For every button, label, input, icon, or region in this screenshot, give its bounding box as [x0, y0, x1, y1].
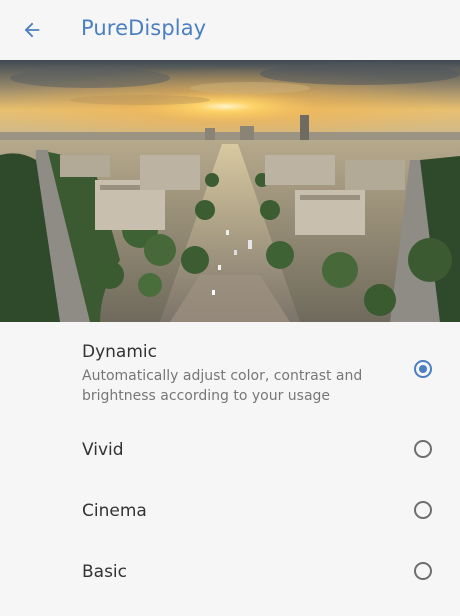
radio-basic[interactable] [414, 562, 432, 580]
preview-image [0, 60, 460, 322]
page-title: PureDisplay [81, 16, 207, 40]
radio-dynamic[interactable] [414, 360, 432, 378]
screen: PureDisplay Dynamic Automatically adjust… [0, 0, 460, 616]
radio-cinema[interactable] [414, 501, 432, 519]
option-title: Vivid [82, 440, 124, 460]
back-button[interactable] [14, 12, 50, 48]
option-vivid[interactable]: Vivid [0, 420, 460, 480]
radio-vivid[interactable] [414, 440, 432, 458]
option-dynamic[interactable]: Dynamic Automatically adjust color, cont… [0, 322, 460, 418]
option-description: Automatically adjust color, contrast and… [82, 368, 363, 404]
option-title: Dynamic [82, 342, 157, 362]
option-cinema[interactable]: Cinema [0, 480, 460, 540]
arrow-left-icon [24, 22, 40, 38]
city-avenue-sunset-image [0, 60, 460, 322]
option-basic[interactable]: Basic [0, 540, 460, 600]
option-title: Basic [82, 562, 128, 582]
option-title: Cinema [82, 501, 147, 521]
app-bar: PureDisplay [0, 0, 460, 60]
